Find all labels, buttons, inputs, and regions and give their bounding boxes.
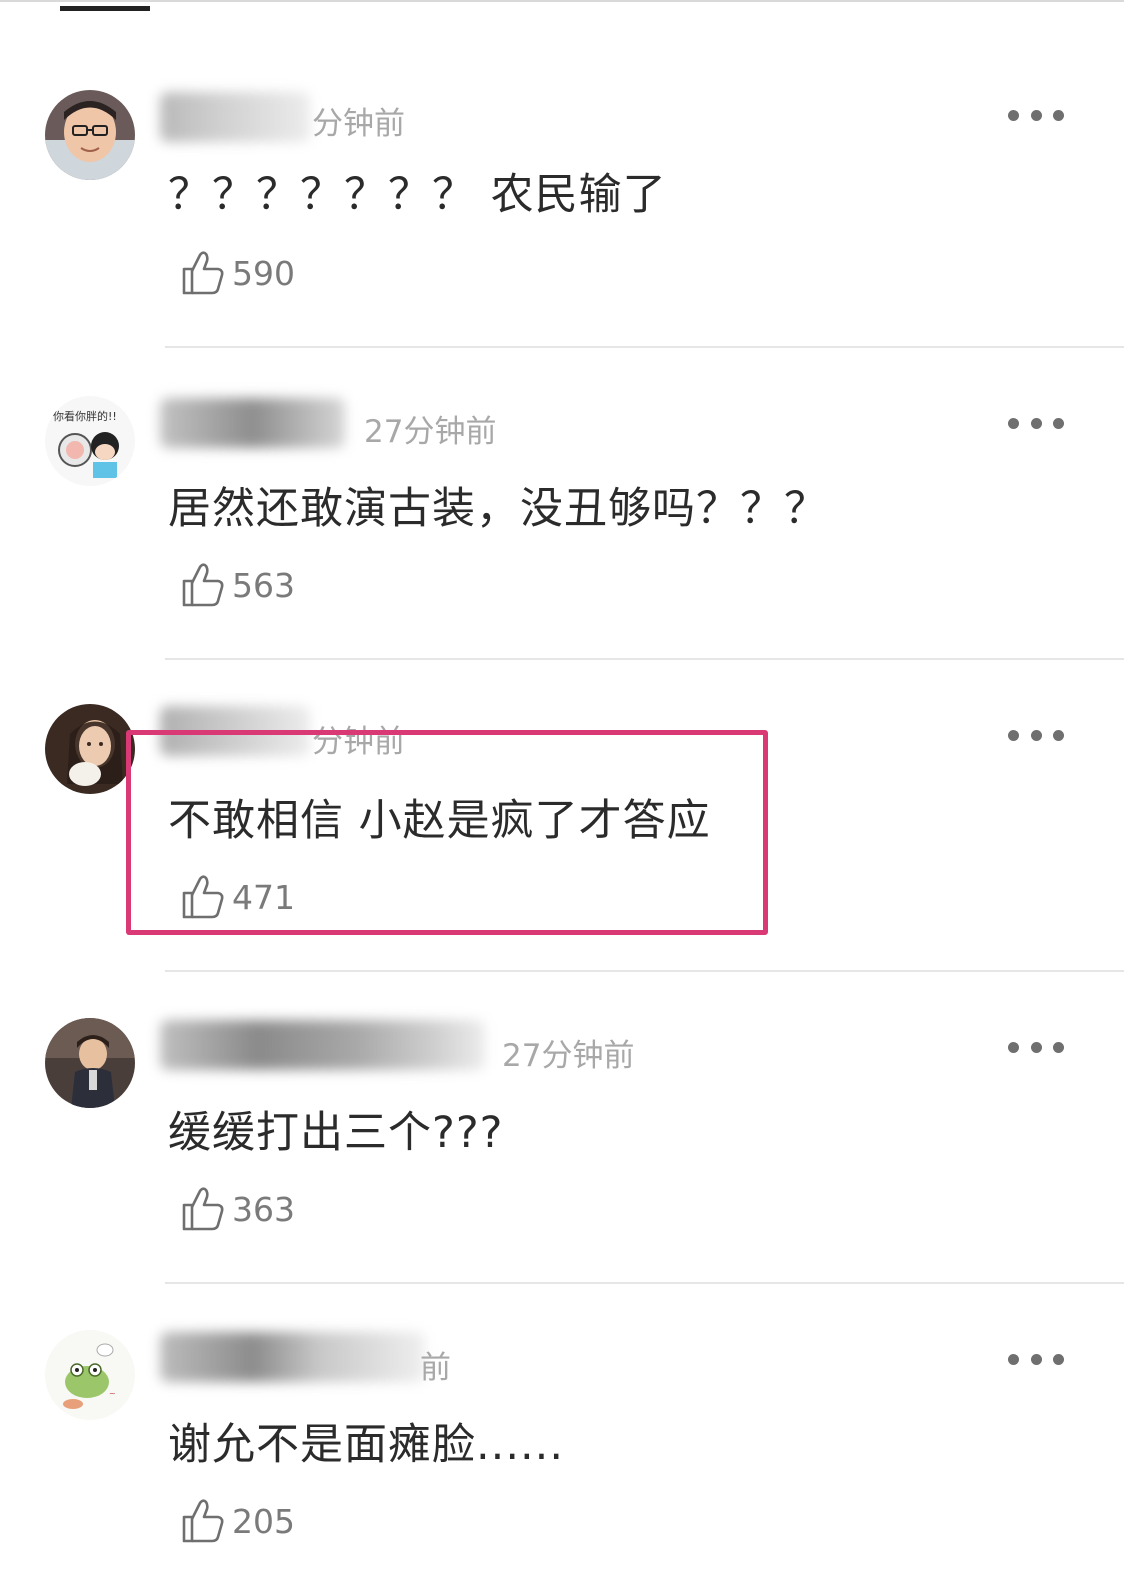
username-blurred[interactable]	[160, 92, 310, 142]
like-count: 363	[232, 1189, 295, 1229]
comment-item: 你看你胖的!! 27分钟前 居然还敢演古装，没丑够吗？？？ 563	[0, 348, 1124, 660]
comment-time: 27分钟前	[502, 1038, 635, 1074]
like-count: 590	[232, 253, 295, 293]
comment-time: 前	[420, 1350, 451, 1386]
username-blurred[interactable]	[160, 1332, 425, 1382]
like-count: 205	[232, 1501, 295, 1541]
like-button[interactable]: 590	[180, 248, 295, 298]
more-dots-icon	[1008, 1353, 1019, 1365]
comment-text: 缓缓打出三个???	[168, 1108, 504, 1158]
avatar[interactable]	[45, 1018, 135, 1108]
like-button[interactable]: 205	[180, 1496, 295, 1546]
more-dots-icon	[1008, 729, 1019, 741]
username-blurred[interactable]	[160, 1020, 485, 1070]
avatar[interactable]: ~	[45, 1330, 135, 1420]
thumbs-up-icon	[180, 1185, 226, 1233]
comment-text: 谢允不是面瘫脸......	[168, 1420, 565, 1470]
thumbs-up-icon	[180, 1497, 226, 1545]
comment-time: 27分钟前	[364, 414, 497, 450]
more-options-button[interactable]	[1008, 1344, 1064, 1374]
avatar[interactable]	[45, 90, 135, 180]
thumbs-up-icon	[180, 561, 226, 609]
top-divider	[0, 0, 1124, 2]
comment-item: 27分钟前 缓缓打出三个??? 363	[0, 972, 1124, 1284]
comment-text: ？？？？？？？ 农民输了	[168, 170, 667, 220]
avatar[interactable]: 你看你胖的!!	[45, 396, 135, 486]
like-button[interactable]: 363	[180, 1184, 295, 1234]
more-dots-icon	[1008, 1041, 1019, 1053]
avatar[interactable]	[45, 704, 135, 794]
like-count: 563	[232, 565, 295, 605]
svg-text:~: ~	[109, 1389, 116, 1398]
comment-time: 分钟前	[312, 106, 405, 142]
more-dots-icon	[1008, 109, 1019, 121]
more-options-button[interactable]	[1008, 100, 1064, 130]
more-options-button[interactable]	[1008, 408, 1064, 438]
comment-item: 分钟前 ？？？？？？？ 农民输了 590	[0, 36, 1124, 348]
svg-text:你看你胖的!!: 你看你胖的!!	[53, 409, 117, 423]
active-tab-indicator	[60, 6, 150, 11]
like-button[interactable]: 563	[180, 560, 295, 610]
more-dots-icon	[1008, 417, 1019, 429]
comment-item: ~ 前 谢允不是面瘫脸...... 205	[0, 1284, 1124, 1596]
username-blurred[interactable]	[160, 398, 345, 448]
more-options-button[interactable]	[1008, 720, 1064, 750]
thumbs-up-icon	[180, 249, 226, 297]
comment-text: 居然还敢演古装，没丑够吗？？？	[168, 484, 828, 534]
more-options-button[interactable]	[1008, 1032, 1064, 1062]
highlight-annotation-box	[126, 730, 768, 935]
